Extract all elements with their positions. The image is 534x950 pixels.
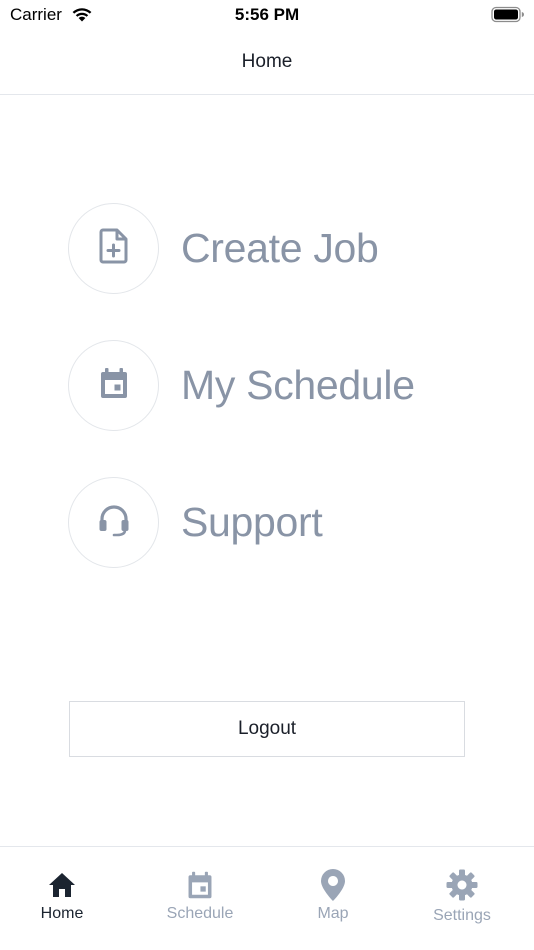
tab-map-label: Map — [317, 905, 349, 922]
create-job-icon-circle — [68, 202, 159, 294]
tab-schedule-label: Schedule — [166, 905, 234, 922]
status-bar: Carrier 5:56 PM — [0, 0, 534, 32]
headset-icon — [96, 502, 132, 543]
map-pin-icon — [319, 869, 347, 901]
battery-icon — [491, 6, 525, 29]
support-label: Support — [181, 498, 323, 545]
navigation-bar: Home — [0, 32, 534, 95]
support-icon-circle — [68, 476, 159, 568]
status-time: 5:56 PM — [234, 5, 300, 24]
file-plus-icon — [97, 227, 131, 270]
my-schedule-label: My Schedule — [181, 361, 415, 408]
create-job-label: Create Job — [181, 224, 379, 271]
tab-map[interactable]: Map — [266, 847, 400, 950]
gear-icon — [445, 869, 479, 901]
logout-button[interactable]: Logout — [69, 701, 465, 757]
logout-label: Logout — [237, 718, 297, 739]
my-schedule-icon-circle — [68, 339, 159, 431]
tab-home-label: Home — [40, 905, 84, 922]
tab-schedule[interactable]: Schedule — [133, 847, 267, 950]
tab-settings-label: Settings — [433, 907, 491, 924]
page-title: Home — [241, 51, 293, 72]
tab-settings[interactable]: Settings — [395, 847, 529, 950]
tab-bar: Home Schedule Map Settings — [0, 846, 534, 950]
create-job-button[interactable]: Create Job — [68, 202, 488, 294]
home-icon — [47, 869, 77, 901]
tab-home[interactable]: Home — [0, 847, 129, 950]
support-button[interactable]: Support — [68, 476, 488, 568]
my-schedule-button[interactable]: My Schedule — [68, 339, 488, 431]
calendar-icon — [185, 869, 215, 901]
calendar-icon — [97, 366, 131, 405]
